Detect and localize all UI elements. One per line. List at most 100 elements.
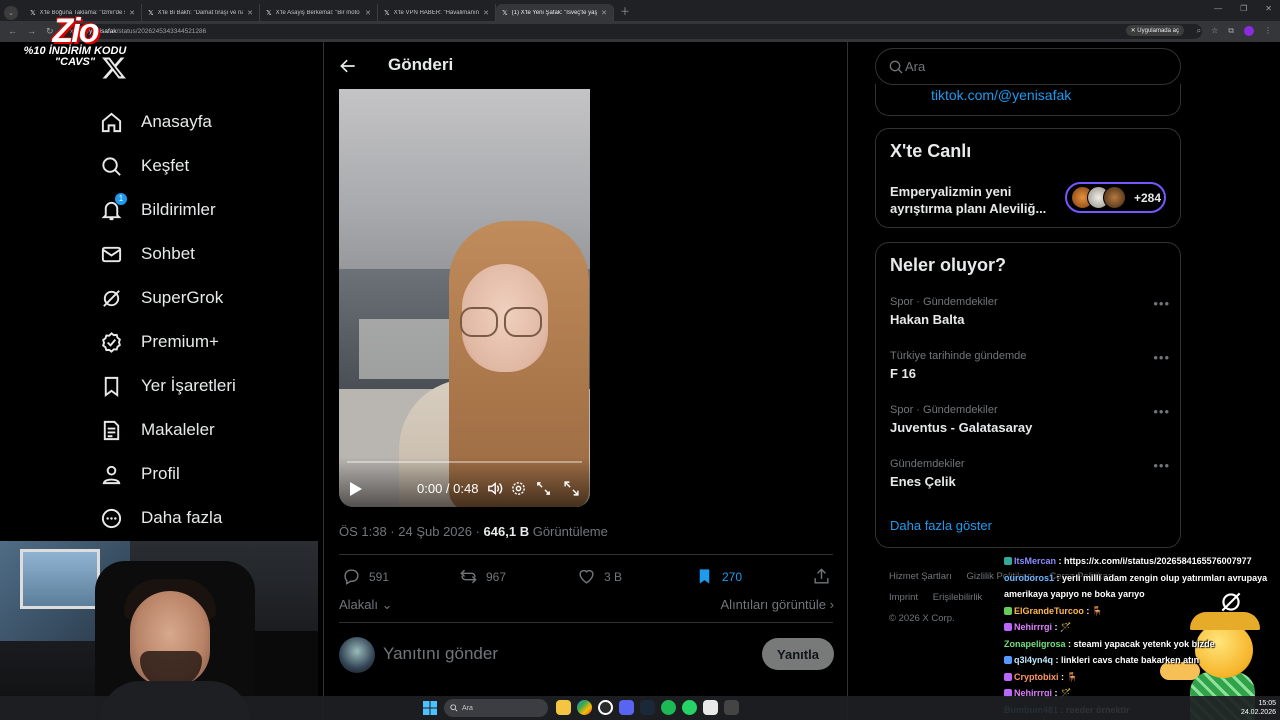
windows-start-icon[interactable]: [422, 700, 438, 716]
chat-separator: :: [1054, 572, 1063, 583]
video-player[interactable]: 0:00 / 0:48: [339, 89, 590, 507]
trend-category: Spor · Gündemdekiler: [890, 404, 998, 416]
minimize-icon[interactable]: —: [1214, 4, 1222, 13]
obs-icon[interactable]: [598, 700, 613, 715]
reply-icon: [344, 569, 359, 585]
search-input[interactable]: Ara: [875, 48, 1181, 85]
sidebar-item-explore[interactable]: Keşfet: [100, 144, 236, 188]
footer-link[interactable]: Hizmet Şartları: [889, 571, 952, 582]
url-input[interactable]: x.com/yenisafak/status/20262453433445212…: [62, 24, 1202, 39]
sidebar-item-more[interactable]: Daha fazla: [100, 496, 236, 540]
video-frame-glasses-right: [504, 307, 542, 337]
tab-search-icon[interactable]: ⌄: [4, 5, 18, 20]
new-tab-icon[interactable]: ＋: [620, 3, 630, 18]
profile-avatar-icon[interactable]: [1244, 26, 1254, 36]
menu-icon[interactable]: ⋮: [1264, 26, 1272, 36]
trend-item[interactable]: Spor · Gündemdekiler Hakan Balta •••: [890, 296, 1170, 327]
sort-dropdown[interactable]: Alakalı ⌄: [339, 597, 393, 613]
back-arrow-icon[interactable]: [338, 56, 358, 76]
extensions-icon[interactable]: ⧉: [1228, 26, 1234, 36]
close-tab-icon[interactable]: ✕: [365, 9, 371, 17]
profile-website-link[interactable]: tiktok.com/@yenisafak: [931, 87, 1071, 103]
more-options-icon[interactable]: •••: [1153, 458, 1170, 473]
file-explorer-icon[interactable]: [556, 700, 571, 715]
taskbar-apps: [556, 700, 739, 715]
sidebar-item-home[interactable]: Anasayfa: [100, 100, 236, 144]
app-icon[interactable]: [724, 700, 739, 715]
search-icon: [889, 60, 903, 74]
more-options-icon[interactable]: •••: [1153, 350, 1170, 365]
browser-tab[interactable]: 𝕏 X'te Asayiş Berkemal: "Bir moto ✕: [260, 4, 378, 21]
repost-action[interactable]: 967: [459, 567, 506, 586]
repost-icon: [460, 569, 477, 584]
taskbar-clock[interactable]: 15:05 24.02.2026: [1241, 699, 1276, 717]
star-icon[interactable]: ☆: [1211, 26, 1218, 36]
bookmark-action[interactable]: 270: [695, 567, 742, 586]
discord-icon[interactable]: [619, 700, 634, 715]
sidebar-item-articles[interactable]: Makaleler: [100, 408, 236, 452]
like-action[interactable]: 3 B: [577, 567, 622, 586]
spotify-icon[interactable]: [661, 700, 676, 715]
show-more-link[interactable]: Daha fazla göster: [890, 518, 992, 533]
sidebar-item-grok[interactable]: SuperGrok: [100, 276, 236, 320]
trend-item[interactable]: Gündemdekiler Enes Çelik •••: [890, 458, 1170, 489]
zoom-icon[interactable]: ⌕: [1197, 26, 1201, 36]
chat-separator: :: [1056, 556, 1065, 566]
close-tab-icon[interactable]: ✕: [601, 9, 607, 17]
open-in-app-button[interactable]: ✕ Uygulamada aç: [1125, 25, 1184, 36]
reply-button[interactable]: Yanıtla: [762, 638, 834, 670]
trend-item[interactable]: Spor · Gündemdekiler Juventus - Galatasa…: [890, 404, 1170, 435]
browser-tab[interactable]: 𝕏 X'te VPN HABER: "Havalimanın ✕: [378, 4, 496, 21]
close-tab-icon[interactable]: ✕: [247, 9, 253, 17]
live-space-title[interactable]: Emperyalizmin yeni ayrıştırma planı Alev…: [890, 183, 1065, 217]
browser-tab[interactable]: 𝕏 (1) X'te Yeni Şafak: "İsveç'te yaş ✕: [496, 4, 614, 21]
sidebar-item-premium[interactable]: Premium+: [100, 320, 236, 364]
sidebar-item-bookmarks[interactable]: Yer İşaretleri: [100, 364, 236, 408]
steam-icon[interactable]: [640, 700, 655, 715]
taskbar-search-input[interactable]: Ara: [444, 699, 548, 717]
close-tab-icon[interactable]: ✕: [129, 9, 135, 17]
browser-tab[interactable]: 𝕏 X'te Bi Bakh: "Damat tıraşı ve na ✕: [142, 4, 260, 21]
more-options-icon[interactable]: •••: [1153, 296, 1170, 311]
settings-icon[interactable]: [510, 480, 527, 497]
reply-input[interactable]: Yanıtını gönder: [383, 644, 498, 664]
chrome-icon[interactable]: [577, 700, 592, 715]
volume-icon[interactable]: [486, 480, 503, 497]
back-icon[interactable]: ←: [8, 26, 17, 37]
chat-badge-icon: [1004, 672, 1012, 681]
trend-name: F 16: [890, 366, 917, 381]
chat-username: ouroboros1: [1004, 572, 1055, 583]
search-icon: [450, 704, 458, 712]
home-icon: [101, 112, 122, 132]
close-window-icon[interactable]: ✕: [1265, 4, 1272, 13]
more-options-icon[interactable]: •••: [1153, 404, 1170, 419]
play-icon[interactable]: [349, 481, 363, 497]
footer-link[interactable]: Imprint: [889, 592, 918, 603]
browser-tab-label: (1) X'te Yeni Şafak: "İsveç'te yaş: [511, 9, 598, 16]
repost-count: 967: [486, 569, 507, 584]
view-quotes-link[interactable]: Alıntıları görüntüle ›: [721, 597, 834, 612]
post-timestamp[interactable]: ÖS 1:38 · 24 Şub 2026 ·: [339, 524, 484, 539]
pip-icon[interactable]: [535, 480, 552, 497]
restore-icon[interactable]: ❐: [1240, 4, 1247, 13]
fullscreen-icon[interactable]: [563, 480, 580, 497]
sidebar-item-profile[interactable]: Profil: [100, 452, 236, 496]
share-action[interactable]: [812, 567, 831, 586]
x-logo-icon[interactable]: [101, 55, 127, 81]
trend-item[interactable]: Türkiye tarihinde gündemde F 16 •••: [890, 350, 1170, 381]
whatsapp-icon[interactable]: [682, 700, 697, 715]
sidebar-item-notifications[interactable]: 1 Bildirimler: [100, 188, 236, 232]
search-icon: [102, 156, 121, 176]
sidebar-item-label: Keşfet: [141, 156, 190, 175]
live-listeners-pill[interactable]: +284: [1065, 182, 1166, 213]
video-progress-bar[interactable]: [347, 461, 582, 463]
sidebar-item-messages[interactable]: Sohbet: [100, 232, 236, 276]
reply-action[interactable]: 591: [342, 567, 389, 586]
avatar[interactable]: [339, 637, 375, 673]
chat-separator: :: [1058, 671, 1067, 682]
footer-link[interactable]: Erişilebilirlik: [933, 592, 983, 603]
video-time: 0:00 / 0:48: [417, 481, 479, 496]
close-tab-icon[interactable]: ✕: [483, 9, 489, 17]
sidebar-item-label: Sohbet: [141, 244, 195, 263]
app-icon[interactable]: [703, 700, 718, 715]
